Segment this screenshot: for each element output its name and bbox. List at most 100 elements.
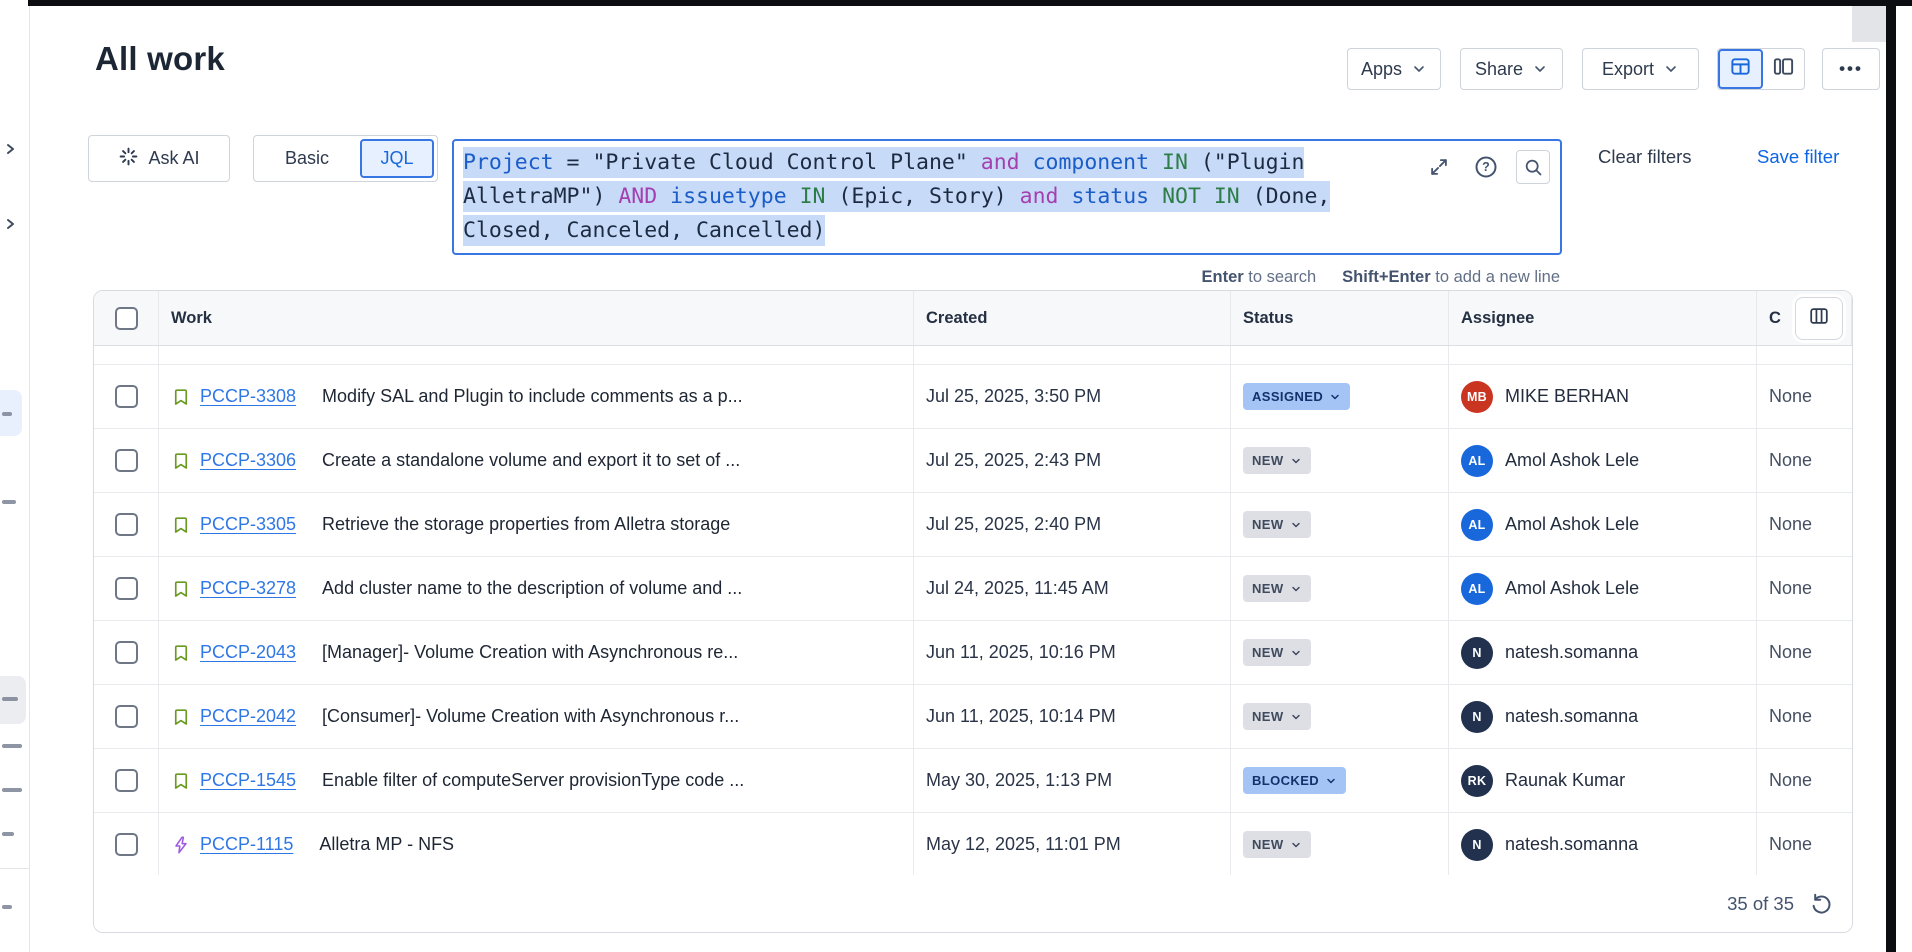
status-label: NEW [1252, 581, 1284, 596]
jql-token: issuetype [670, 181, 787, 212]
jql-token: AND [618, 181, 657, 212]
row-checkbox[interactable] [115, 833, 138, 856]
avatar: N [1461, 701, 1493, 733]
chevron-down-icon [1411, 61, 1427, 77]
row-select-cell [94, 685, 159, 748]
issue-title[interactable]: Create a standalone volume and export it… [322, 450, 740, 471]
svg-text:?: ? [1482, 160, 1490, 174]
list-view-toggle[interactable] [1718, 49, 1763, 89]
mode-basic[interactable]: Basic [254, 148, 360, 169]
status-cell: NEW [1231, 429, 1449, 492]
detail-view-toggle[interactable] [1763, 49, 1804, 89]
created-cell: Jul 25, 2025, 3:50 PM [914, 365, 1231, 428]
save-filter-button[interactable]: Save filter [1757, 146, 1839, 168]
status-badge[interactable]: BLOCKED [1243, 767, 1346, 794]
issue-title[interactable]: Modify SAL and Plugin to include comment… [322, 386, 743, 407]
issue-key-link[interactable]: PCCP-3278 [200, 578, 296, 599]
expand-editor-icon[interactable] [1422, 150, 1456, 184]
column-header-assignee[interactable]: Assignee [1449, 291, 1757, 345]
jql-editor-content[interactable]: Project = "Private Cloud Control Plane" … [463, 146, 1440, 248]
status-badge[interactable]: NEW [1243, 511, 1311, 538]
row-checkbox[interactable] [115, 641, 138, 664]
status-label: NEW [1252, 517, 1284, 532]
column-header-status[interactable]: Status [1231, 291, 1449, 345]
table-footer: 35 of 35 [94, 875, 1852, 932]
share-button[interactable]: Share [1460, 48, 1563, 90]
issue-key-link[interactable]: PCCP-3305 [200, 514, 296, 535]
issue-title[interactable]: [Manager]- Volume Creation with Asynchro… [322, 642, 738, 663]
category-cell: None [1757, 621, 1852, 684]
work-cell: PCCP-3278 Add cluster name to the descrip… [159, 557, 914, 620]
row-checkbox[interactable] [115, 385, 138, 408]
table-row: PCCP-1115Alletra MP - NFSMay 12, 2025, 1… [94, 813, 1852, 877]
jql-token [1149, 181, 1162, 212]
configure-columns-button[interactable] [1795, 297, 1843, 340]
mode-jql-selected[interactable]: JQL [360, 139, 434, 178]
table-view-icon [1729, 55, 1752, 83]
row-checkbox[interactable] [115, 577, 138, 600]
chevron-right-icon[interactable] [4, 218, 16, 230]
jql-token: status [1071, 181, 1149, 212]
status-cell: ASSIGNED [1231, 365, 1449, 428]
category-cell: None [1757, 813, 1852, 876]
apps-button[interactable]: Apps [1347, 48, 1441, 90]
partially-scrolled-row [94, 346, 1852, 365]
status-badge[interactable]: ASSIGNED [1243, 383, 1350, 410]
created-cell: Jun 11, 2025, 10:16 PM [914, 621, 1231, 684]
search-button[interactable] [1516, 150, 1550, 184]
select-all-checkbox[interactable] [115, 307, 138, 330]
column-header-created[interactable]: Created [914, 291, 1231, 345]
assignee-name: Raunak Kumar [1505, 770, 1625, 791]
jql-editor[interactable]: Project = "Private Cloud Control Plane" … [452, 139, 1562, 255]
row-checkbox[interactable] [115, 449, 138, 472]
work-cell: PCCP-2043 [Manager]- Volume Creation with… [159, 621, 914, 684]
row-checkbox[interactable] [115, 769, 138, 792]
row-checkbox[interactable] [115, 705, 138, 728]
status-badge[interactable]: NEW [1243, 831, 1311, 858]
avatar: N [1461, 637, 1493, 669]
syntax-help-icon[interactable]: ? [1469, 150, 1503, 184]
apps-button-label: Apps [1361, 59, 1402, 80]
status-badge[interactable]: NEW [1243, 639, 1311, 666]
status-badge[interactable]: NEW [1243, 575, 1311, 602]
scrollbar-thumb[interactable] [1852, 6, 1886, 42]
issue-key-link[interactable]: PCCP-3308 [200, 386, 296, 407]
sidebar-item-fragment [2, 788, 22, 792]
jql-token: = "Private Cloud Control Plane" [554, 147, 981, 178]
jql-token: Project [463, 147, 554, 178]
chevron-down-icon [1290, 583, 1302, 595]
row-select-cell [94, 365, 159, 428]
issue-title[interactable]: Retrieve the storage properties from All… [322, 514, 730, 535]
status-badge[interactable]: NEW [1243, 447, 1311, 474]
row-checkbox[interactable] [115, 513, 138, 536]
issue-key-link[interactable]: PCCP-1115 [200, 834, 293, 855]
issue-key-link[interactable]: PCCP-1545 [200, 770, 296, 791]
assignee-cell: ALAmol Ashok Lele [1449, 557, 1757, 620]
issue-key-link[interactable]: PCCP-2042 [200, 706, 296, 727]
category-cell: None [1757, 429, 1852, 492]
chevron-down-icon [1325, 775, 1337, 787]
status-cell: NEW [1231, 557, 1449, 620]
issue-key-link[interactable]: PCCP-3306 [200, 450, 296, 471]
table-row: PCCP-1545 Enable filter of computeServer … [94, 749, 1852, 813]
assignee-cell: ALAmol Ashok Lele [1449, 429, 1757, 492]
refresh-icon[interactable] [1808, 891, 1834, 917]
issue-key-link[interactable]: PCCP-2043 [200, 642, 296, 663]
status-cell: NEW [1231, 813, 1449, 876]
issue-title[interactable]: Add cluster name to the description of v… [322, 578, 742, 599]
more-actions-button[interactable]: ••• [1822, 48, 1880, 90]
ask-ai-button[interactable]: Ask AI [88, 135, 230, 182]
window-top-edge [28, 0, 1912, 6]
table-header-row: Work Created Status Assignee C [94, 291, 1852, 346]
work-cell: PCCP-3306 Create a standalone volume and … [159, 429, 914, 492]
issue-title[interactable]: [Consumer]- Volume Creation with Asynchr… [322, 706, 739, 727]
chevron-right-icon[interactable] [4, 143, 16, 155]
status-badge[interactable]: NEW [1243, 703, 1311, 730]
clear-filters-button[interactable]: Clear filters [1598, 146, 1692, 168]
export-button[interactable]: Export [1582, 48, 1699, 90]
issue-title[interactable]: Alletra MP - NFS [319, 834, 454, 855]
column-header-work[interactable]: Work [159, 291, 914, 345]
table-row: PCCP-2043 [Manager]- Volume Creation with… [94, 621, 1852, 685]
issue-title[interactable]: Enable filter of computeServer provision… [322, 770, 744, 791]
jql-token [657, 181, 670, 212]
